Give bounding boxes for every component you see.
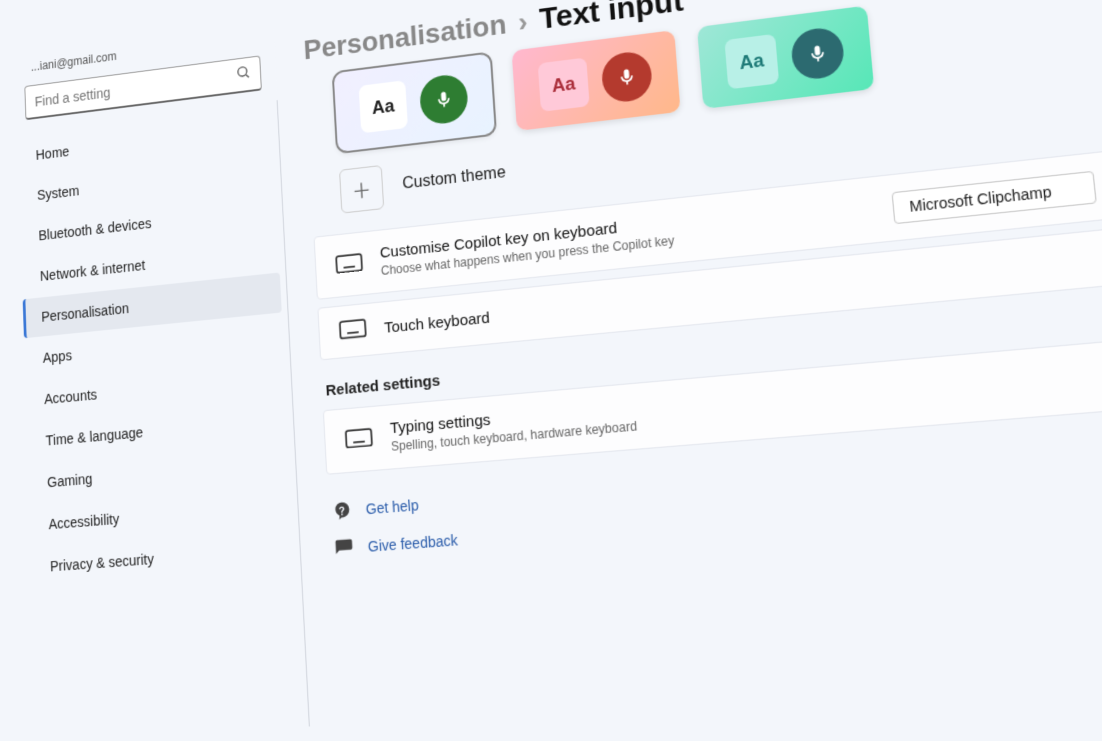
aa-preview-icon: Aa <box>538 57 590 111</box>
theme-chip-light[interactable]: Aa <box>334 54 495 153</box>
chevron-right-icon: › <box>517 6 528 39</box>
link-label: Get help <box>365 497 419 518</box>
microphone-icon <box>419 73 469 127</box>
copilot-dropdown[interactable]: Microsoft Clipchamp <box>891 170 1096 223</box>
search-icon <box>235 64 251 86</box>
microphone-icon <box>790 26 846 82</box>
microphone-icon <box>600 50 653 105</box>
feedback-icon <box>334 537 355 559</box>
help-icon <box>332 500 353 522</box>
keyboard-icon <box>339 318 368 343</box>
theme-chip-green[interactable]: Aa <box>697 6 874 109</box>
keyboard-icon <box>345 427 374 452</box>
main-content: Personalisation › Text input Aa Aa Aa <box>274 0 1102 726</box>
nav-list: Home System Bluetooth & devices Network … <box>12 100 310 741</box>
link-label: Give feedback <box>367 532 458 555</box>
sidebar: ...iani@gmail.com Home System Bluetooth … <box>9 28 310 740</box>
plus-icon: ＋ <box>339 165 384 214</box>
keyboard-icon <box>335 252 363 277</box>
custom-theme-label: Custom theme <box>402 164 506 194</box>
aa-preview-icon: Aa <box>724 34 779 90</box>
theme-chip-pink[interactable]: Aa <box>512 30 681 131</box>
aa-preview-icon: Aa <box>359 80 408 133</box>
